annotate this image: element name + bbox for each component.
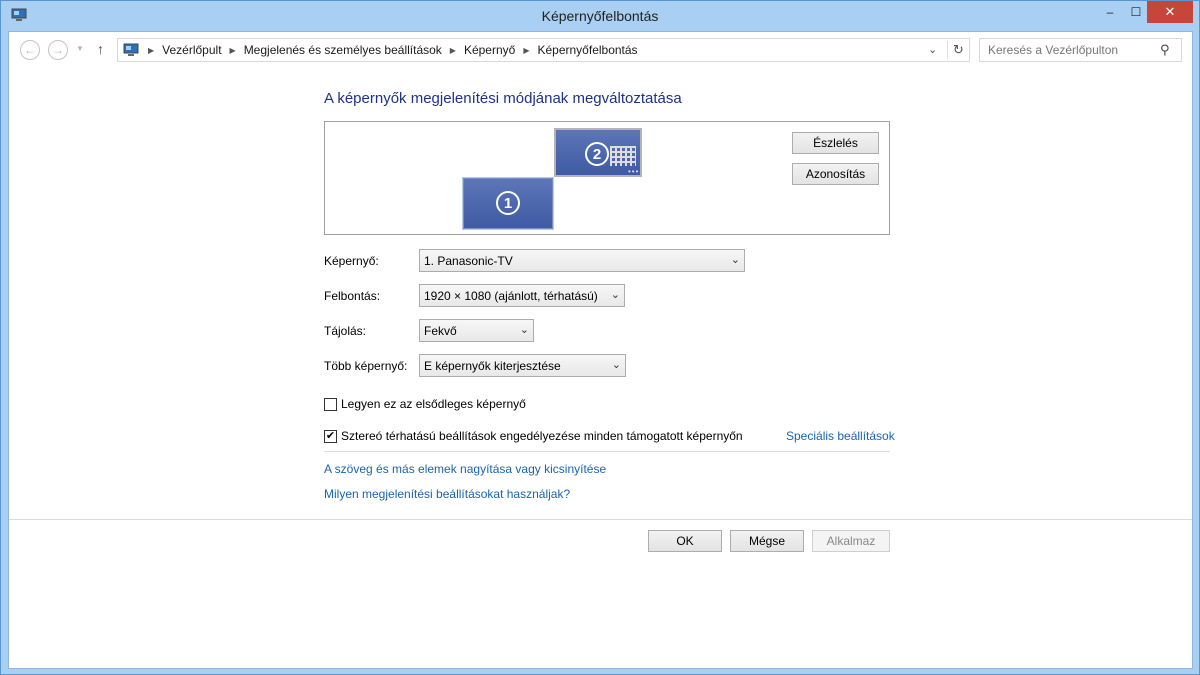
resolution-value: 1920 × 1080 (ajánlott, térhatású)	[424, 289, 598, 303]
display-value: 1. Panasonic-TV	[424, 254, 513, 268]
chevron-right-icon[interactable]: ▶	[148, 46, 154, 55]
display-settings-help-link[interactable]: Milyen megjelenítési beállításokat haszn…	[324, 487, 570, 501]
stereo-label[interactable]: Sztereó térhatású beállítások engedélyez…	[341, 429, 743, 443]
chevron-right-icon[interactable]: ▶	[230, 46, 236, 55]
breadcrumb-item-appearance[interactable]: Megjelenés és személyes beállítások	[244, 43, 442, 57]
breadcrumb-item-control-panel[interactable]: Vezérlőpult	[162, 43, 221, 57]
monitor-number-1: 1	[496, 191, 520, 215]
orientation-select[interactable]: Fekvő ⌄	[419, 319, 534, 342]
text-size-link[interactable]: A szöveg és más elemek nagyítása vagy ki…	[324, 462, 606, 476]
advanced-settings-link[interactable]: Speciális beállítások	[786, 429, 895, 443]
orientation-label: Tájolás:	[324, 324, 367, 338]
client-area: ← → ▼ ↑ ▶ Vezérlőpult ▶ Megjelenés és sz…	[8, 31, 1193, 669]
search-input[interactable]: Keresés a Vezérlőpulton ⚲	[979, 38, 1182, 62]
multiple-displays-value: E képernyők kiterjesztése	[424, 359, 561, 373]
chevron-down-icon: ⌄	[730, 254, 740, 266]
address-divider	[947, 41, 948, 59]
back-button[interactable]: ←	[20, 40, 40, 60]
recent-locations-dropdown[interactable]: ▼	[76, 44, 84, 53]
search-placeholder: Keresés a Vezérlőpulton	[988, 43, 1119, 57]
search-icon[interactable]: ⚲	[1160, 42, 1170, 58]
primary-display-checkbox[interactable]	[324, 398, 337, 411]
cancel-button[interactable]: Mégse	[730, 530, 804, 552]
control-panel-icon	[123, 43, 139, 56]
ok-button[interactable]: OK	[648, 530, 722, 552]
multiple-displays-select[interactable]: E képernyők kiterjesztése ⌄	[419, 354, 626, 377]
breadcrumb-item-display[interactable]: Képernyő	[464, 43, 515, 57]
monitor-2[interactable]: 2 •••	[554, 128, 642, 177]
window: Képernyőfelbontás – ☐ ✕ ← → ▼ ↑ ▶ Vezérl…	[0, 0, 1200, 675]
monitor-1[interactable]: 1	[463, 178, 553, 229]
display-select[interactable]: 1. Panasonic-TV ⌄	[419, 249, 745, 272]
breadcrumb-item-screen-resolution[interactable]: Képernyőfelbontás	[537, 43, 637, 57]
chevron-down-icon: ⌄	[610, 289, 620, 301]
primary-display-label[interactable]: Legyen ez az elsődleges képernyő	[341, 397, 526, 411]
orientation-value: Fekvő	[424, 324, 457, 338]
detect-button[interactable]: Észlelés	[792, 132, 879, 154]
resolution-select[interactable]: 1920 × 1080 (ajánlott, térhatású) ⌄	[419, 284, 625, 307]
chevron-down-icon[interactable]: ⌄	[928, 43, 937, 56]
display-label: Képernyő:	[324, 254, 379, 268]
apply-button[interactable]: Alkalmaz	[812, 530, 890, 552]
divider	[324, 451, 890, 452]
breadcrumb: ▶ Vezérlőpult ▶ Megjelenés és személyes …	[140, 43, 638, 57]
up-button[interactable]: ↑	[97, 41, 104, 57]
keyboard-icon	[610, 146, 636, 166]
address-bar[interactable]: ▶ Vezérlőpult ▶ Megjelenés és személyes …	[117, 38, 970, 62]
close-button[interactable]: ✕	[1147, 1, 1193, 23]
chevron-right-icon[interactable]: ▶	[450, 46, 456, 55]
multiple-displays-label: Több képernyő:	[324, 359, 408, 373]
title-bar[interactable]: Képernyőfelbontás – ☐ ✕	[1, 1, 1199, 31]
monitor-number-2: 2	[585, 142, 609, 166]
chevron-down-icon: ⌄	[611, 359, 621, 371]
page-title: A képernyők megjelenítési módjának megvá…	[324, 90, 682, 107]
more-icon: •••	[628, 167, 640, 176]
forward-button[interactable]: →	[48, 40, 68, 60]
window-title: Képernyőfelbontás	[541, 8, 659, 24]
monitor-arrangement: 1 2 ••• Észlelés Azonosítás	[324, 121, 890, 235]
resolution-label: Felbontás:	[324, 289, 381, 303]
chevron-right-icon[interactable]: ▶	[523, 46, 529, 55]
identify-button[interactable]: Azonosítás	[792, 163, 879, 185]
stereo-checkbox[interactable]: ✔	[324, 430, 337, 443]
footer-divider	[9, 519, 1192, 520]
refresh-icon[interactable]: ↻	[953, 42, 964, 58]
chevron-down-icon: ⌄	[519, 324, 529, 336]
